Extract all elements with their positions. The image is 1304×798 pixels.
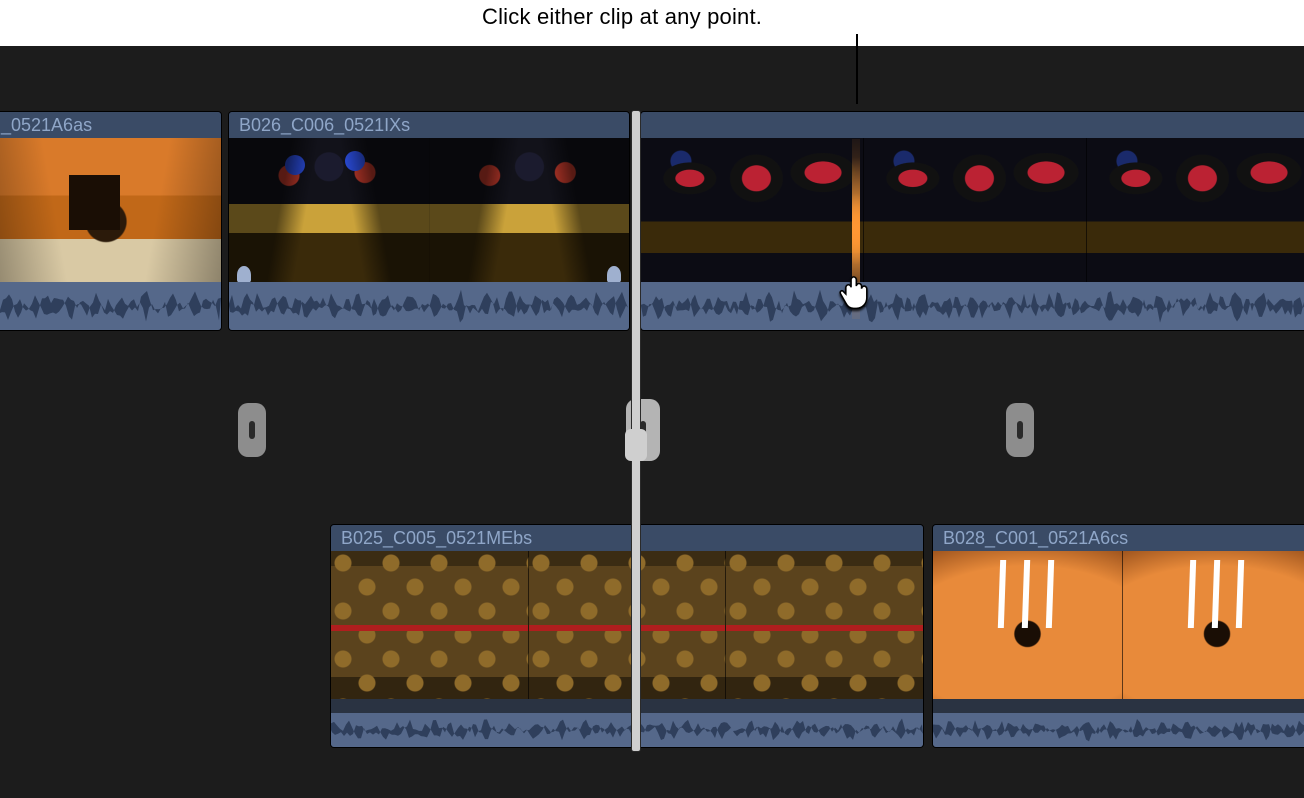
hand-cursor-icon xyxy=(834,269,876,311)
clip-audio-waveform[interactable] xyxy=(933,713,1304,747)
annotation-leader-line xyxy=(856,34,858,104)
clip-thumbnail xyxy=(864,138,1087,282)
clip-thumbnails xyxy=(641,138,1304,282)
playhead-icon[interactable] xyxy=(632,111,640,751)
clip-label: B026_C006_0521IXs xyxy=(229,112,629,138)
clip-thumbnail xyxy=(1087,138,1304,282)
timeline-panel[interactable]: _0521A6as B026_C006_0521IXs xyxy=(0,46,1304,798)
secondary-video-track[interactable]: B025_C005_0521MEbs B028_C001_0521A6cs xyxy=(0,524,1304,748)
annotation-callout: Click either clip at any point. xyxy=(0,0,1304,48)
clip-thumbnails xyxy=(933,551,1304,699)
clip-audio-waveform[interactable] xyxy=(641,282,1304,330)
clip-thumbnail xyxy=(229,138,430,282)
video-clip[interactable] xyxy=(640,111,1304,331)
clip-thumbnail xyxy=(430,138,630,282)
clip-thumbnail xyxy=(331,551,529,699)
annotation-text: Click either clip at any point. xyxy=(482,4,762,30)
clip-thumbnail xyxy=(641,138,864,282)
clip-label: _0521A6as xyxy=(0,112,221,138)
video-clip[interactable]: _0521A6as xyxy=(0,111,222,331)
clip-label: B028_C001_0521A6cs xyxy=(933,525,1304,551)
clip-thumbnail xyxy=(1123,551,1304,699)
clip-label xyxy=(641,112,1304,138)
clip-thumbnails xyxy=(0,138,221,282)
clip-thumbnail xyxy=(933,551,1123,699)
clip-audio-waveform[interactable] xyxy=(331,713,923,747)
clip-thumbnail xyxy=(529,551,727,699)
clip-label: B025_C005_0521MEbs xyxy=(331,525,923,551)
primary-video-track[interactable]: _0521A6as B026_C006_0521IXs xyxy=(0,111,1304,331)
clip-thumbnails xyxy=(229,138,629,282)
connector-lane xyxy=(0,331,1304,524)
video-clip[interactable]: B028_C001_0521A6cs xyxy=(932,524,1304,748)
clip-audio-waveform[interactable] xyxy=(229,282,629,330)
video-clip[interactable]: B026_C006_0521IXs xyxy=(228,111,630,331)
clip-connector-icon[interactable] xyxy=(1006,403,1034,457)
clip-connector-icon[interactable] xyxy=(238,403,266,457)
video-clip[interactable]: B025_C005_0521MEbs xyxy=(330,524,924,748)
clip-thumbnails xyxy=(331,551,923,699)
clip-thumbnail xyxy=(726,551,923,699)
clip-audio-waveform[interactable] xyxy=(0,282,221,330)
clip-thumbnail xyxy=(0,138,221,282)
